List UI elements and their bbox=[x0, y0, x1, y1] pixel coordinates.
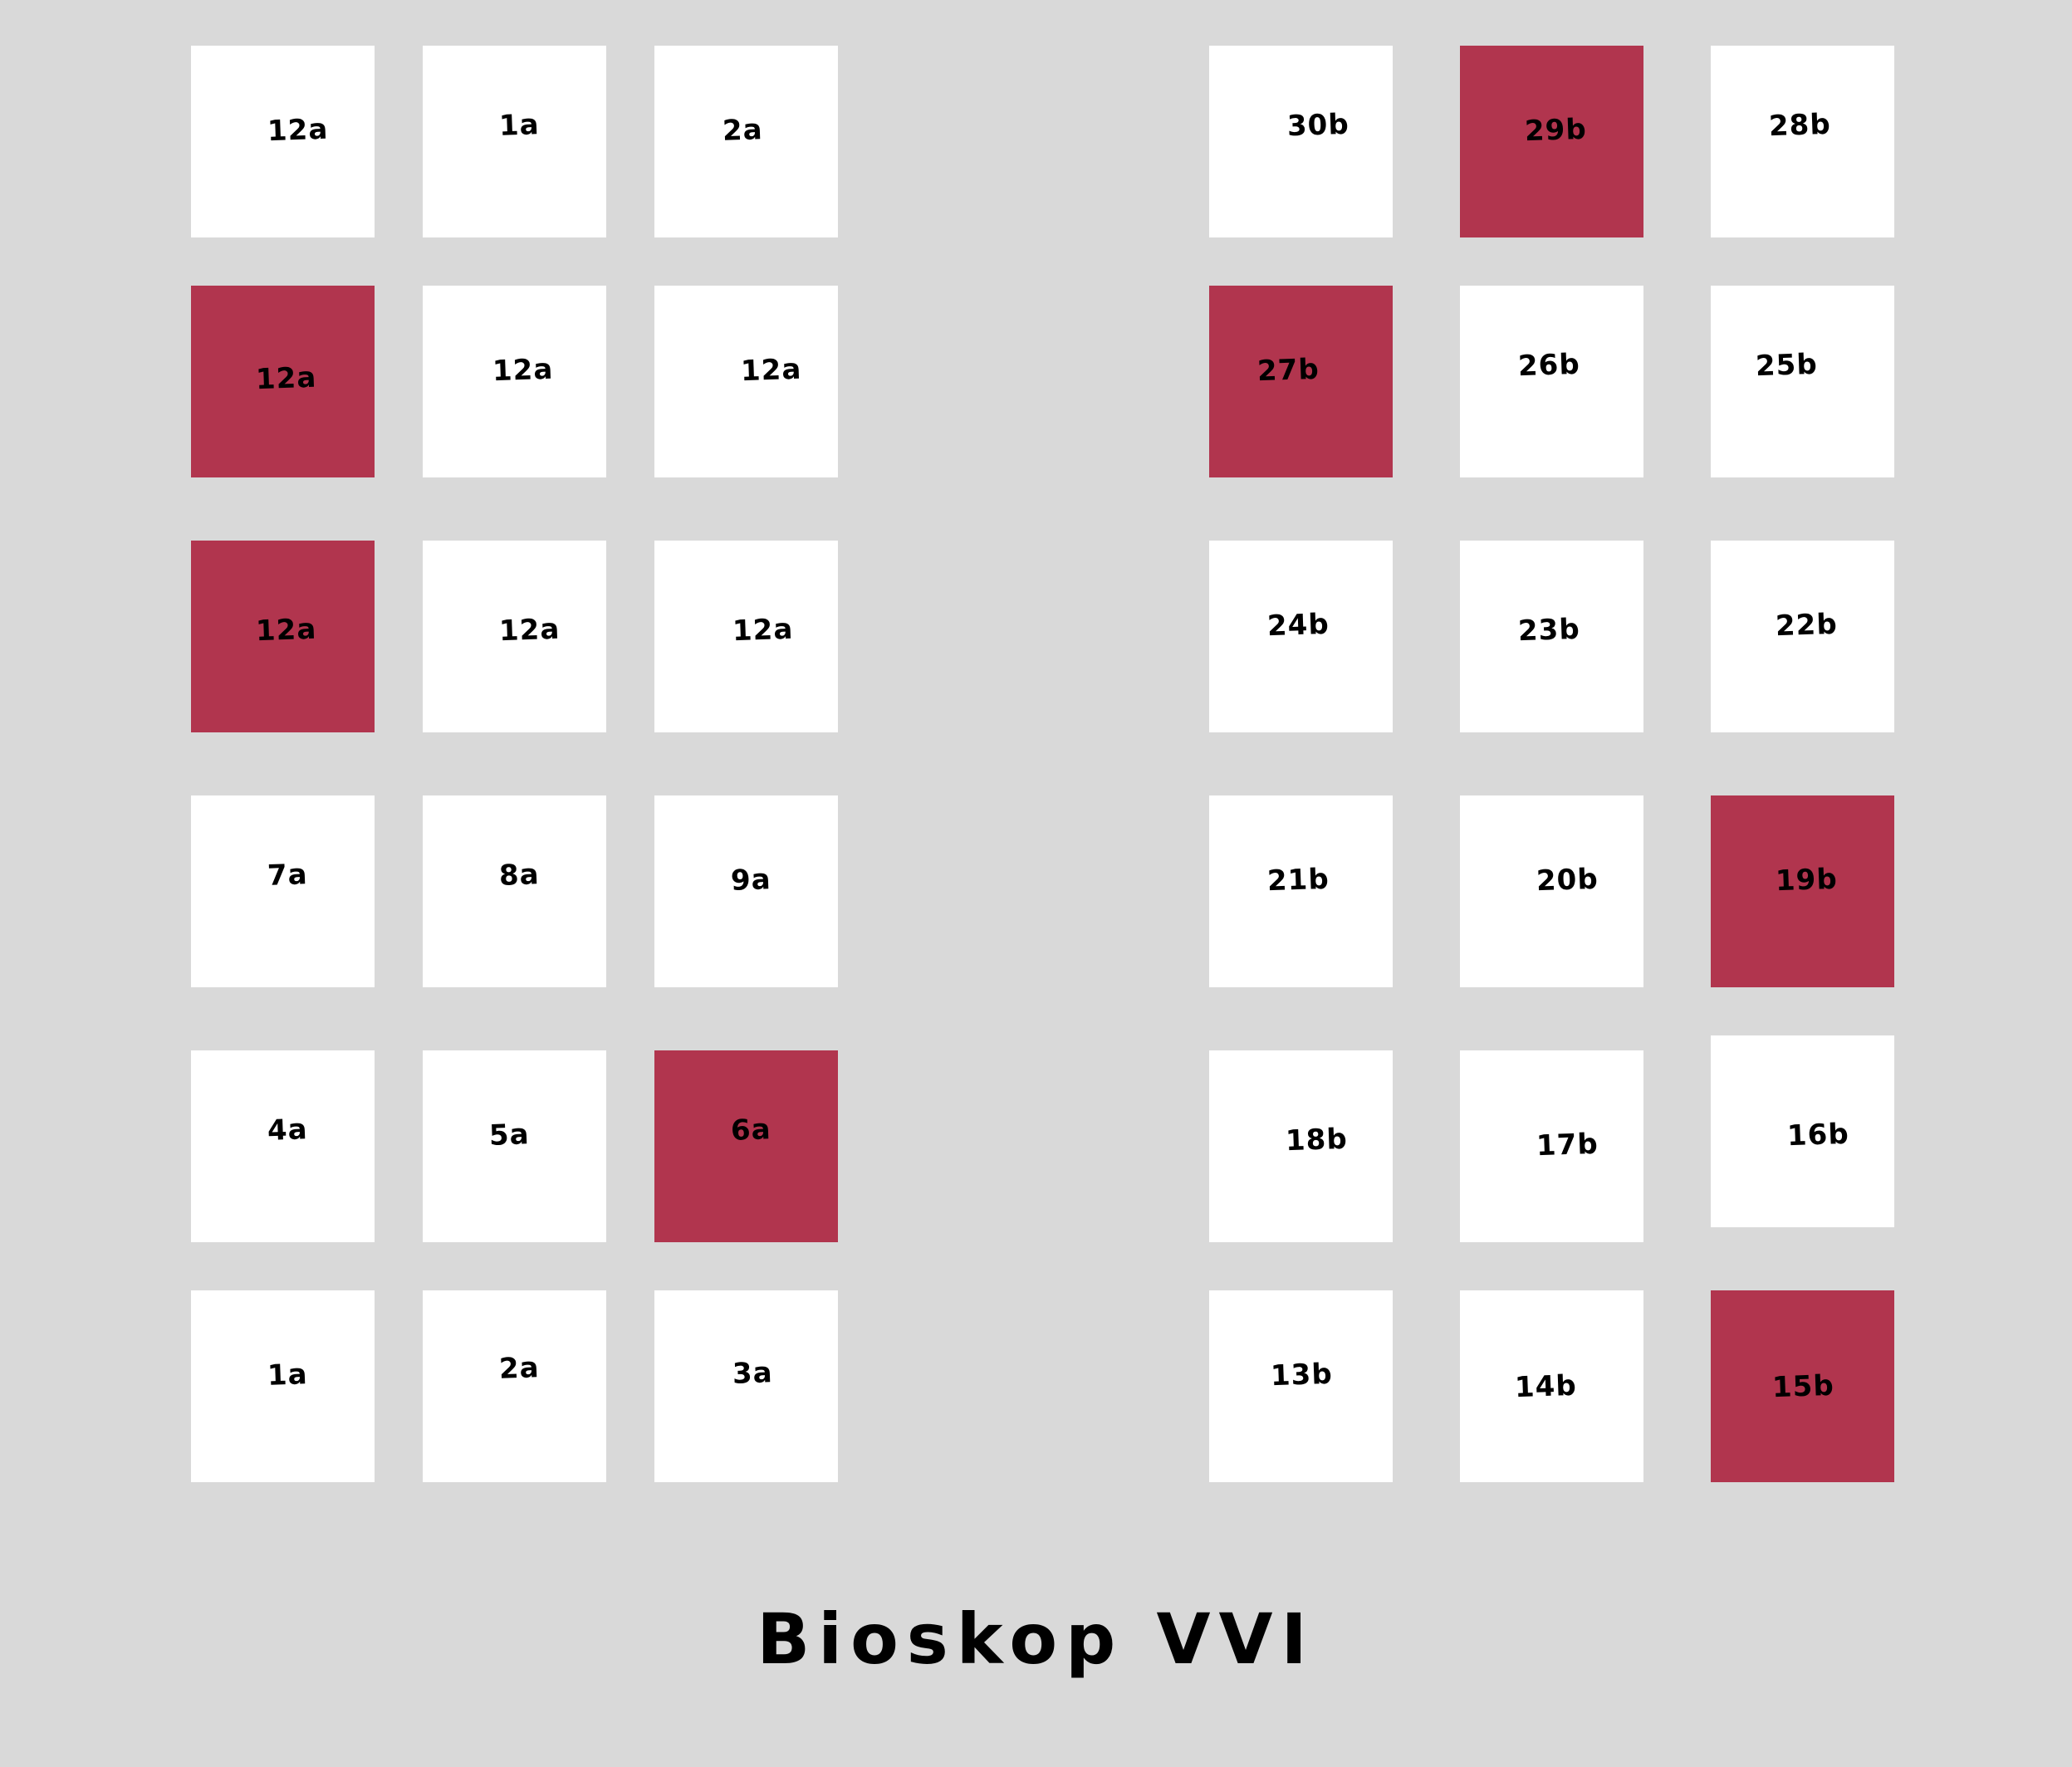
seat-a-r5-c1[interactable]: 4a bbox=[191, 1050, 375, 1242]
seat-label: 12a bbox=[255, 360, 317, 397]
seat-label: 28b bbox=[1768, 107, 1832, 144]
seat-a-r1-c2[interactable]: 1a bbox=[423, 46, 606, 237]
seat-b-r2-c1[interactable]: 27b bbox=[1209, 286, 1393, 477]
seat-label: 29b bbox=[1524, 112, 1588, 149]
seat-label: 15b bbox=[1771, 1368, 1835, 1405]
seat-a-r1-c1[interactable]: 12a bbox=[191, 46, 375, 237]
seat-label: 25b bbox=[1755, 347, 1819, 384]
seat-a-r6-c1[interactable]: 1a bbox=[191, 1290, 375, 1482]
seat-a-r6-c2[interactable]: 2a bbox=[423, 1290, 606, 1482]
seat-label: 4a bbox=[267, 1113, 309, 1148]
seat-a-r4-c3[interactable]: 9a bbox=[654, 795, 838, 987]
seat-a-r2-c3[interactable]: 12a bbox=[654, 286, 838, 477]
seat-label: 27b bbox=[1256, 352, 1320, 389]
seat-label: 12a bbox=[492, 352, 554, 389]
seat-a-r4-c2[interactable]: 8a bbox=[423, 795, 606, 987]
seat-label: 2a bbox=[498, 1351, 541, 1386]
seat-label: 12a bbox=[267, 112, 329, 149]
seat-b-r4-c2[interactable]: 20b bbox=[1460, 795, 1643, 987]
seat-label: 3a bbox=[732, 1356, 774, 1391]
seat-label: 9a bbox=[730, 863, 772, 898]
seat-a-r3-c2[interactable]: 12a bbox=[423, 541, 606, 732]
seat-a-r2-c1[interactable]: 12a bbox=[191, 286, 375, 477]
seat-label: 16b bbox=[1786, 1117, 1850, 1153]
seat-a-r1-c3[interactable]: 2a bbox=[654, 46, 838, 237]
seat-label: 12a bbox=[255, 612, 317, 649]
seat-label: 17b bbox=[1536, 1127, 1599, 1163]
seat-a-r2-c2[interactable]: 12a bbox=[423, 286, 606, 477]
seat-label: 20b bbox=[1536, 862, 1599, 898]
seat-b-r5-c2[interactable]: 17b bbox=[1460, 1050, 1643, 1242]
seat-b-r4-c3[interactable]: 19b bbox=[1711, 795, 1894, 987]
seat-label: 21b bbox=[1266, 862, 1330, 898]
cinema-title: Bioskop VVI bbox=[757, 1598, 1315, 1680]
seat-label: 1a bbox=[498, 108, 541, 143]
seat-label: 2a bbox=[722, 113, 764, 148]
seat-b-r6-c1[interactable]: 13b bbox=[1209, 1290, 1393, 1482]
seat-a-r4-c1[interactable]: 7a bbox=[191, 795, 375, 987]
seat-b-r3-c1[interactable]: 24b bbox=[1209, 541, 1393, 732]
seat-a-r5-c2[interactable]: 5a bbox=[423, 1050, 606, 1242]
seat-label: 8a bbox=[498, 858, 541, 893]
seat-label: 12a bbox=[498, 612, 561, 649]
seat-a-r5-c3[interactable]: 6a bbox=[654, 1050, 838, 1242]
seat-label: 5a bbox=[488, 1118, 531, 1153]
seat-a-r3-c3[interactable]: 12a bbox=[654, 541, 838, 732]
seat-label: 12a bbox=[732, 612, 794, 649]
seat-label: 7a bbox=[267, 858, 309, 893]
seat-b-r3-c2[interactable]: 23b bbox=[1460, 541, 1643, 732]
seat-label: 12a bbox=[740, 352, 802, 389]
seat-label: 24b bbox=[1266, 607, 1330, 644]
seat-b-r2-c3[interactable]: 25b bbox=[1711, 286, 1894, 477]
seat-a-r6-c3[interactable]: 3a bbox=[654, 1290, 838, 1482]
seat-b-r6-c2[interactable]: 14b bbox=[1460, 1290, 1643, 1482]
seat-label: 14b bbox=[1514, 1368, 1578, 1405]
seat-label: 6a bbox=[730, 1113, 772, 1148]
seat-a-r3-c1[interactable]: 12a bbox=[191, 541, 375, 732]
seat-b-r5-c1[interactable]: 18b bbox=[1209, 1050, 1393, 1242]
seat-label: 22b bbox=[1775, 607, 1839, 644]
seat-b-r3-c3[interactable]: 22b bbox=[1711, 541, 1894, 732]
seat-b-r1-c2[interactable]: 29b bbox=[1460, 46, 1643, 237]
seat-label: 18b bbox=[1285, 1122, 1349, 1158]
seat-b-r1-c3[interactable]: 28b bbox=[1711, 46, 1894, 237]
seat-b-r2-c2[interactable]: 26b bbox=[1460, 286, 1643, 477]
seat-b-r1-c1[interactable]: 30b bbox=[1209, 46, 1393, 237]
seat-label: 1a bbox=[267, 1358, 309, 1393]
seat-label: 13b bbox=[1270, 1357, 1334, 1393]
seat-b-r4-c1[interactable]: 21b bbox=[1209, 795, 1393, 987]
seat-label: 23b bbox=[1517, 612, 1581, 649]
seat-label: 30b bbox=[1286, 107, 1350, 144]
seat-b-r6-c3[interactable]: 15b bbox=[1711, 1290, 1894, 1482]
seat-label: 26b bbox=[1517, 347, 1581, 384]
seat-b-r5-c3[interactable]: 16b bbox=[1711, 1035, 1894, 1227]
seat-label: 19b bbox=[1775, 862, 1839, 898]
